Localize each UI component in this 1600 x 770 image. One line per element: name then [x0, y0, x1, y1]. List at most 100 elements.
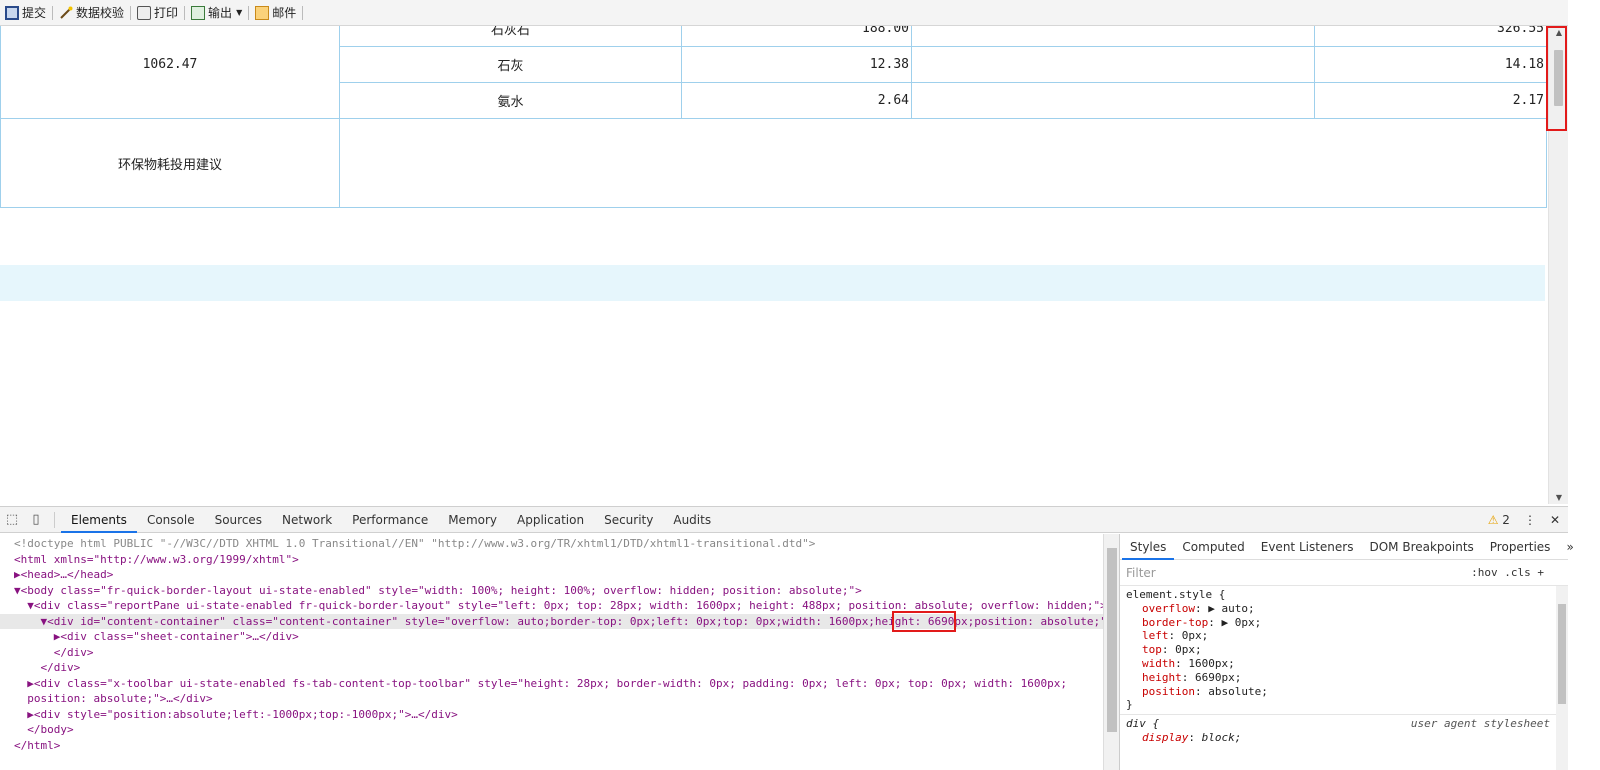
dom-line-text: <!doctype html PUBLIC "-//W3C//DTD XHTML… [14, 537, 816, 550]
style-prop[interactable]: top: 0px; [1126, 643, 1562, 657]
style-prop[interactable]: width: 1600px; [1126, 657, 1562, 671]
style-prop[interactable]: position: absolute; [1126, 685, 1562, 699]
print-button[interactable]: 打印 [134, 2, 181, 24]
scroll-thumb[interactable] [1107, 548, 1117, 732]
more-options-icon[interactable]: ⋮ [1524, 513, 1536, 527]
dom-line[interactable]: </body> [0, 722, 1103, 738]
inspect-icon[interactable]: ⬚ [0, 508, 24, 532]
validate-button[interactable]: 数据校验 [56, 2, 127, 24]
styles-scrollbar[interactable] [1556, 586, 1568, 770]
style-prop[interactable]: left: 0px; [1126, 629, 1562, 643]
advice-label-cell: 环保物耗投用建议 [0, 118, 340, 208]
dom-line[interactable]: </div> [0, 645, 1103, 661]
empty-cell [911, 82, 1315, 119]
dom-line[interactable]: ▶<div style="position:absolute;left:-100… [0, 707, 1103, 723]
style-prop[interactable]: border-top: ▶ 0px; [1126, 616, 1562, 630]
export-button[interactable]: 输出 ▼ [188, 2, 245, 24]
tab-sources[interactable]: Sources [205, 507, 272, 533]
dom-line[interactable]: </div> [0, 660, 1103, 676]
tab-properties[interactable]: Properties [1482, 534, 1559, 560]
rule-close: } [1126, 698, 1133, 712]
prop-value: ▶ auto; [1208, 601, 1255, 615]
prop-name: border-top [1142, 615, 1209, 629]
toolbar-divider [302, 5, 304, 20]
prop-value: ▶ 0px; [1221, 615, 1262, 629]
warning-icon: ⚠ [1487, 513, 1499, 527]
warning-count: 2 [1502, 513, 1510, 527]
tab-console[interactable]: Console [137, 507, 205, 533]
dom-line-text: ▶<head>…</head> [14, 568, 114, 581]
highlight-box [892, 611, 956, 632]
value-cell: 14.18 [1314, 46, 1547, 83]
tab-dom-breakpoints[interactable]: DOM Breakpoints [1361, 534, 1481, 560]
wand-icon [59, 6, 73, 20]
prop-value: 0px; [1181, 629, 1209, 643]
dom-line[interactable]: <html xmlns="http://www.w3.org/1999/xhtm… [0, 552, 1103, 568]
submit-label: 提交 [22, 6, 47, 20]
dom-line[interactable]: ▶<div class="x-toolbar ui-state-enabled … [0, 676, 1103, 692]
tab-styles[interactable]: Styles [1122, 534, 1175, 560]
rule-source: user agent stylesheet [1410, 717, 1550, 731]
material-cell: 石灰石 [339, 26, 682, 47]
filter-input[interactable]: Filter [1126, 566, 1156, 580]
print-label: 打印 [154, 6, 179, 20]
dom-line-text: ▶<div class="x-toolbar ui-state-enabled … [14, 676, 1067, 690]
tab-audits[interactable]: Audits [663, 507, 721, 533]
prop-value: 6690px; [1195, 670, 1242, 684]
device-toggle-icon[interactable]: ▯ [24, 508, 48, 532]
tab-computed[interactable]: Computed [1174, 534, 1252, 560]
value-cell: 2.64 [681, 82, 912, 119]
style-prop[interactable]: overflow: ▶ auto; [1126, 602, 1562, 616]
tab-performance[interactable]: Performance [342, 507, 438, 533]
prop-value: 0px; [1175, 643, 1202, 657]
dom-line[interactable]: ▶<head>…</head> [0, 567, 1103, 583]
value-cell: 12.38 [681, 46, 912, 83]
total-cell: 1062.47 [0, 26, 340, 119]
scroll-thumb[interactable] [1558, 604, 1566, 704]
submit-button[interactable]: 提交 [2, 2, 49, 24]
highlight-box [1546, 26, 1567, 131]
dom-line-text: ▶<div style="position:absolute;left:-100… [14, 707, 458, 721]
filter-options[interactable]: :hov .cls + [1471, 566, 1544, 579]
prop-name: position [1142, 684, 1195, 698]
advice-input-cell[interactable] [339, 118, 1547, 208]
dom-line-text: position: absolute;">…</div> [14, 692, 213, 705]
envelope-icon [255, 5, 270, 20]
tab-memory[interactable]: Memory [438, 507, 507, 533]
prop-name: overflow [1142, 601, 1195, 615]
dom-line-text: <html xmlns="http://www.w3.org/1999/xhtm… [14, 552, 299, 566]
dom-line[interactable]: </html> [0, 738, 1103, 754]
scroll-down-icon[interactable]: ▼ [1549, 493, 1569, 502]
caret-down-icon: ▼ [236, 8, 243, 17]
prop-value: 1600px; [1188, 656, 1235, 670]
element-style-rule: element.style { overflow: ▶ auto; border… [1120, 586, 1568, 714]
dom-line-text: </div> [14, 661, 81, 674]
tab-application[interactable]: Application [507, 507, 594, 533]
dom-tree: <!doctype html PUBLIC "-//W3C//DTD XHTML… [0, 534, 1103, 770]
devtools-actions: ⚠ 2 ⋮ ✕ [1488, 507, 1560, 533]
dom-line[interactable]: position: absolute;">…</div> [0, 691, 1103, 707]
rule-selector: div { [1126, 717, 1160, 731]
styles-filter: Filter :hov .cls + [1120, 560, 1568, 586]
report-toolbar: 提交 数据校验 打印 输出 ▼ 邮件 [0, 0, 1568, 26]
dom-line[interactable]: ▼<body class="fr-quick-border-layout ui-… [0, 583, 1103, 599]
styles-tabbar: Styles Computed Event Listeners DOM Brea… [1120, 534, 1574, 560]
table-row: 环保物耗投用建议 [0, 118, 1547, 208]
more-tabs-icon[interactable]: » [1558, 534, 1581, 560]
warning-indicator[interactable]: ⚠ 2 [1488, 513, 1510, 527]
report-pane: 1062.47 石灰石 188.00 326.55 石灰 12.38 14.18… [0, 26, 1548, 506]
dom-line-text: ▶<div class="sheet-container">…</div> [14, 630, 299, 643]
tab-event-listeners[interactable]: Event Listeners [1253, 534, 1362, 560]
dom-scrollbar[interactable] [1103, 534, 1119, 770]
value-cell: 2.17 [1314, 82, 1547, 119]
tab-elements[interactable]: Elements [61, 507, 137, 533]
dom-line[interactable]: <!doctype html PUBLIC "-//W3C//DTD XHTML… [0, 536, 1103, 552]
mail-button[interactable]: 邮件 [252, 2, 299, 24]
tab-security[interactable]: Security [594, 507, 663, 533]
prop-name: left [1142, 629, 1169, 643]
prop-name: width [1142, 656, 1176, 670]
tab-network[interactable]: Network [272, 507, 342, 533]
style-prop[interactable]: height: 6690px; [1126, 671, 1562, 685]
value-cell: 326.55 [1314, 26, 1547, 47]
close-icon[interactable]: ✕ [1550, 513, 1560, 527]
